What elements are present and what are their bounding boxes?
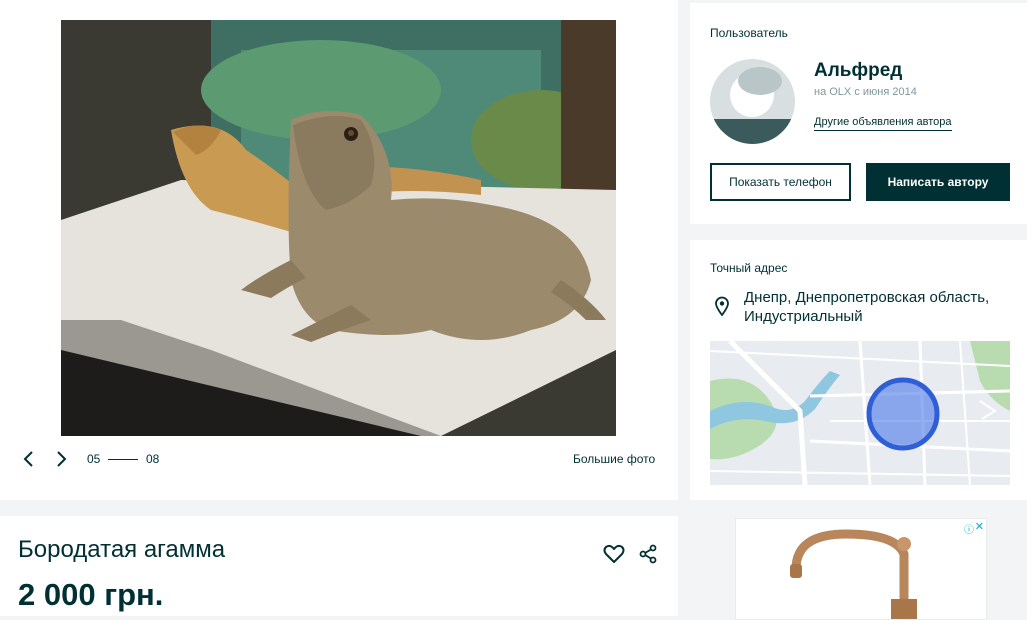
big-photos-link[interactable]: Большие фото (573, 452, 655, 466)
listing-photo[interactable] (61, 20, 616, 436)
address-card: Точный адрес Днепр, Днепропетровская обл… (690, 240, 1027, 500)
write-author-button[interactable]: Написать автору (866, 163, 1010, 201)
ad-banner[interactable]: ⓘ ✕ (735, 518, 987, 620)
next-photo-button[interactable] (52, 449, 70, 469)
photo-total: 08 (146, 452, 160, 466)
avatar (710, 59, 795, 144)
prev-photo-button[interactable] (20, 449, 38, 469)
listing-summary: Бородатая агамма 2 000 грн. (0, 516, 678, 616)
share-icon (639, 544, 657, 564)
photo-index: 05 (87, 452, 101, 466)
location-pin-icon (714, 296, 730, 317)
ad-info-icon[interactable]: ⓘ (964, 521, 974, 536)
seller-name: Альфред (814, 60, 903, 81)
address-text: Днепр, Днепропетровская область, Индустр… (744, 289, 990, 325)
chevron-right-icon (57, 451, 67, 467)
seller-since: на OLX с июня 2014 (814, 86, 917, 98)
favorite-button[interactable] (603, 544, 625, 564)
listing-title: Бородатая агамма (18, 536, 226, 563)
chevron-left-icon (23, 451, 33, 467)
ad-faucet-image (790, 529, 917, 619)
show-phone-button[interactable]: Показать телефон (710, 163, 851, 201)
seller-section-label: Пользователь (710, 26, 788, 40)
listing-price: 2 000 грн. (18, 577, 164, 612)
other-ads-link[interactable]: Другие объявления автора (814, 116, 952, 131)
share-button[interactable] (638, 544, 658, 564)
seller-card: Пользователь Альфред на OLX с июня 2014 … (690, 3, 1027, 224)
location-map[interactable] (710, 341, 1010, 485)
counter-divider (108, 459, 138, 460)
heart-icon (603, 544, 625, 563)
photo-gallery: 05 08 Большие фото (0, 0, 678, 500)
close-icon[interactable]: ✕ (975, 520, 984, 533)
address-section-label: Точный адрес (710, 261, 788, 275)
